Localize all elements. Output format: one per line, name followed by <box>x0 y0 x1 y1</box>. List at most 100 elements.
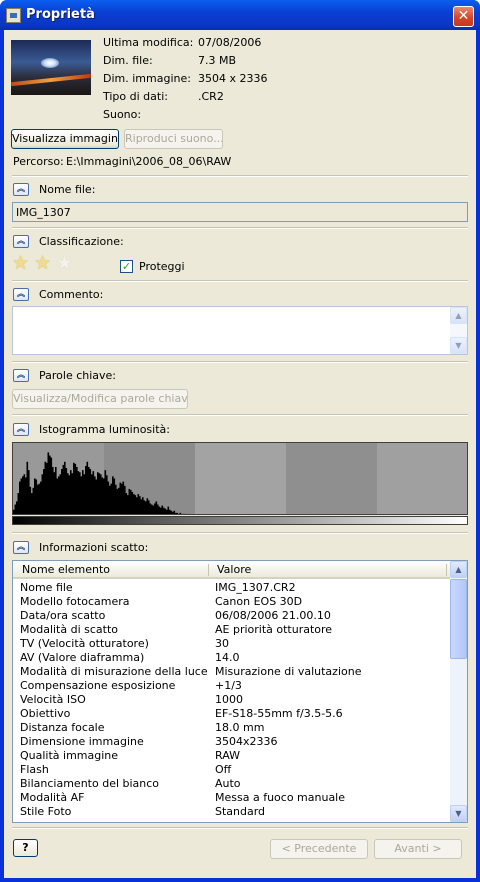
play-sound-button[interactable]: Riproduci suono... <box>124 129 223 149</box>
histogram-bar <box>176 512 179 514</box>
collapse-comment-icon[interactable]: ︽ <box>13 288 29 301</box>
histogram-bar <box>157 504 159 514</box>
histogram-bar <box>16 501 18 514</box>
comment-textarea[interactable]: ▲ ▼ <box>12 306 468 355</box>
histogram-bar <box>101 477 104 514</box>
scroll-thumb[interactable] <box>450 579 467 659</box>
table-scrollbar[interactable]: ▲ ▼ <box>450 561 467 822</box>
row-name: AV (Valore diaframma) <box>20 651 145 664</box>
table-row[interactable]: Distanza focale 18.0 mm <box>13 721 450 735</box>
histogram-bar <box>59 474 62 514</box>
table-row[interactable]: Obiettivo EF-S18-55mm f/3.5-5.6 <box>13 707 450 721</box>
table-row[interactable]: Velocità ISO 1000 <box>13 693 450 707</box>
file-name-field[interactable]: IMG_1307 <box>12 202 468 222</box>
table-row[interactable]: Modalità AF Messa a fuoco manuale <box>13 791 450 805</box>
sound-label: Suono: <box>103 108 142 121</box>
histogram-bar <box>145 501 147 514</box>
previous-button[interactable]: < Precedente <box>270 839 368 859</box>
protect-checkbox[interactable]: ✓ <box>120 260 133 273</box>
row-name: Modalità AF <box>20 791 85 804</box>
histogram-bar <box>137 494 140 514</box>
close-button[interactable]: ✕ <box>453 6 474 27</box>
histogram-bar <box>167 506 170 514</box>
histogram-bar <box>97 472 99 514</box>
title-bar[interactable]: Proprietà ✕ <box>0 0 480 30</box>
table-row[interactable]: Bilanciamento del bianco Auto <box>13 777 450 791</box>
star-icon[interactable]: ★ <box>34 254 51 273</box>
histogram-bar <box>82 470 84 514</box>
row-value: 18.0 mm <box>215 721 265 734</box>
histogram-bar <box>95 479 98 514</box>
star-icon[interactable]: ★ <box>12 254 29 273</box>
histogram-bar <box>26 461 29 514</box>
histogram-bar <box>17 493 20 514</box>
histogram-bar <box>31 493 33 514</box>
table-row[interactable]: Flash Off <box>13 763 450 777</box>
column-divider[interactable] <box>208 564 209 576</box>
histogram-bar <box>185 513 188 514</box>
shot-info-heading: Informazioni scatto: <box>39 541 149 554</box>
row-value: 14.0 <box>215 651 240 664</box>
table-row[interactable]: Nome file IMG_1307.CR2 <box>13 581 450 595</box>
shot-info-table[interactable]: Nome elemento Valore Nome file IMG_1307.C… <box>12 560 468 823</box>
view-keywords-button[interactable]: Visualizza/Modifica parole chiave ... <box>12 389 188 409</box>
histogram-bar <box>127 495 129 514</box>
table-row[interactable]: Compensazione esposizione +1/3 <box>13 679 450 693</box>
histogram-bar <box>88 466 90 514</box>
table-row[interactable]: Modello fotocamera Canon EOS 30D <box>13 595 450 609</box>
scroll-down-icon[interactable]: ▼ <box>450 805 467 822</box>
row-name: Nome file <box>20 581 73 594</box>
histogram-bar <box>107 481 110 514</box>
column-header-value[interactable]: Valore <box>217 563 251 576</box>
collapse-histogram-icon[interactable]: ︽ <box>13 423 29 436</box>
table-row[interactable]: Data/ora scatto 06/08/2006 21.00.10 <box>13 609 450 623</box>
row-name: Data/ora scatto <box>20 609 106 622</box>
row-name: Qualità immagine <box>20 749 119 762</box>
view-image-button[interactable]: Visualizza immagine... <box>11 129 119 149</box>
table-row[interactable]: AV (Valore diaframma) 14.0 <box>13 651 450 665</box>
table-row[interactable]: Modalità di misurazione della luce Misura… <box>13 665 450 679</box>
histogram-bar <box>50 457 53 514</box>
column-header-name[interactable]: Nome elemento <box>22 563 110 576</box>
histogram-bar <box>73 462 75 514</box>
scroll-up-icon[interactable]: ▲ <box>450 307 467 324</box>
help-button[interactable]: ? <box>13 839 38 857</box>
keywords-heading: Parole chiave: <box>39 369 117 382</box>
column-divider[interactable] <box>446 564 447 576</box>
histogram-bar <box>163 507 165 514</box>
table-row[interactable]: TV (Velocità otturatore) 30 <box>13 637 450 651</box>
histogram-bar <box>71 473 74 514</box>
row-name: TV (Velocità otturatore) <box>20 637 149 650</box>
histogram-bar <box>28 470 30 514</box>
protect-label: Proteggi <box>139 260 185 273</box>
table-row[interactable]: Qualità immagine RAW <box>13 749 450 763</box>
histogram-bar <box>133 494 135 514</box>
collapse-shot-info-icon[interactable]: ︽ <box>13 541 29 554</box>
row-value: 3504x2336 <box>215 735 278 748</box>
histogram-bar <box>52 466 54 514</box>
table-row[interactable]: Modalità di scatto AE priorità otturatore <box>13 623 450 637</box>
histogram-bar <box>79 472 81 514</box>
next-button[interactable]: Avanti > <box>374 839 462 859</box>
table-row[interactable]: Stile Foto Standard <box>13 805 450 819</box>
table-row[interactable]: Dimensione immagine 3504x2336 <box>13 735 450 749</box>
histogram-bar <box>55 466 57 514</box>
image-size-label: Dim. immagine: <box>103 72 191 85</box>
histogram-bar <box>143 500 146 514</box>
row-name: Modalità di misurazione della luce <box>20 665 208 678</box>
comment-scrollbar[interactable]: ▲ ▼ <box>450 307 467 354</box>
collapse-rating-icon[interactable]: ︽ <box>13 235 29 248</box>
histogram-bar <box>149 503 152 514</box>
histogram-bar <box>110 483 113 514</box>
row-name: Bilanciamento del bianco <box>20 777 160 790</box>
luminance-histogram <box>12 442 468 515</box>
collapse-file-name-icon[interactable]: ︽ <box>13 183 29 196</box>
collapse-keywords-icon[interactable]: ︽ <box>13 369 29 382</box>
star-rating[interactable]: ★ ★ ★ <box>12 254 92 274</box>
scroll-up-icon[interactable]: ▲ <box>450 561 467 578</box>
star-icon[interactable]: ★ <box>56 254 73 273</box>
scroll-down-icon[interactable]: ▼ <box>450 337 467 354</box>
histogram-bar <box>154 503 156 514</box>
row-value: 06/08/2006 21.00.10 <box>215 609 331 622</box>
divider <box>12 532 468 534</box>
